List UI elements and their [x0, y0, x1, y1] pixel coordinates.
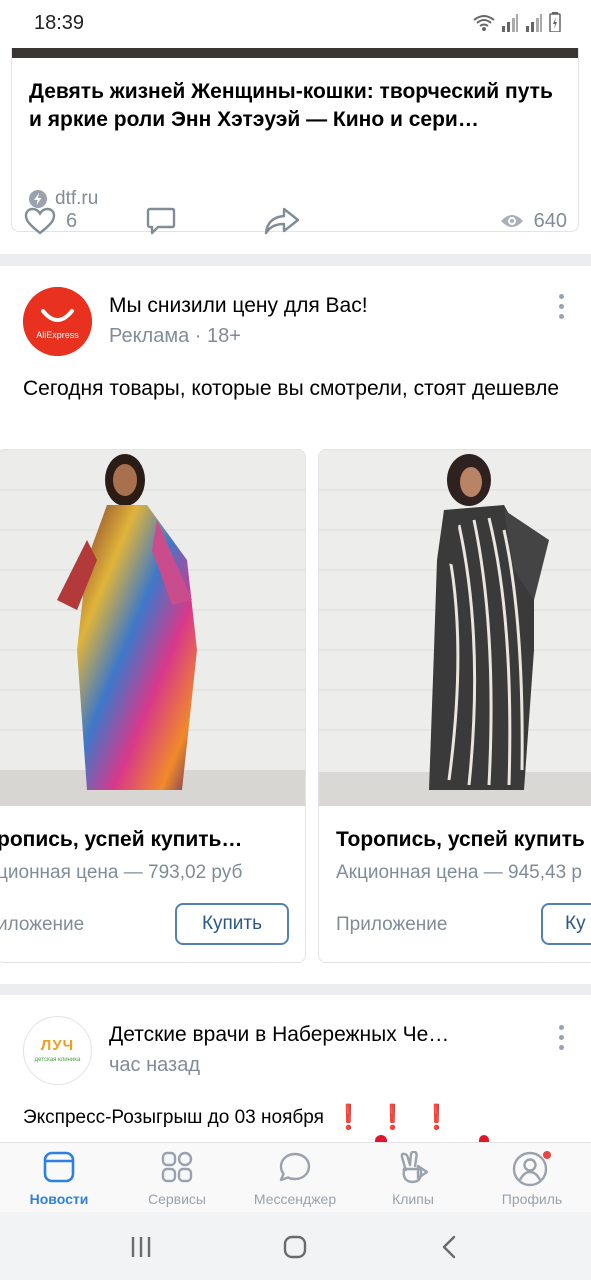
status-icons [473, 12, 561, 32]
status-bar: 18:39 [0, 0, 591, 48]
product-card[interactable]: Торопись, успей купить Акционная цена — … [318, 449, 591, 963]
tab-label: Новости [29, 1191, 89, 1207]
tab-services[interactable]: Сервисы [118, 1143, 236, 1213]
dress-image [0, 450, 305, 806]
post-actions: 6 640 [0, 196, 591, 246]
product-card[interactable]: ропись, успей купить… ционная цена — 793… [0, 449, 306, 963]
product-image[interactable] [319, 450, 591, 806]
signal-icon [502, 14, 518, 32]
link-title[interactable]: Девять жизней Женщины-кошки: творческий … [29, 78, 559, 134]
post-title[interactable]: Мы снизили цену для Вас! [109, 294, 368, 318]
clips-icon [400, 1151, 429, 1184]
bottom-tab-bar: Новости Сервисы Мессенджер Клипы Профиль [0, 1142, 591, 1213]
tab-profile[interactable]: Профиль [473, 1143, 591, 1213]
exclamation-icon: ❗❗❗ [333, 1104, 466, 1131]
post-text: Экспресс-Розыгрыш до 03 ноября ❗❗❗ [23, 1103, 466, 1132]
buy-button[interactable]: Ку [541, 903, 591, 945]
tab-label: Профиль [501, 1191, 563, 1207]
post-subtitle: час назад [109, 1054, 201, 1076]
wifi-icon [473, 15, 495, 31]
like-count: 6 [66, 209, 78, 232]
post-text-next-line [375, 1135, 495, 1142]
home-icon[interactable] [283, 1235, 307, 1259]
clinic-logo: ЛУЧ [40, 1037, 75, 1054]
back-icon[interactable] [441, 1235, 457, 1259]
buy-button[interactable]: Купить [175, 903, 289, 945]
clinic-post: ЛУЧ детская клиника Детские врачи в Набе… [0, 995, 591, 1142]
post-title[interactable]: Детские врачи в Набережных Че… [109, 1023, 449, 1047]
profile-icon [512, 1151, 551, 1187]
comment-icon [146, 207, 176, 235]
eye-icon [500, 215, 523, 227]
clinic-logo-caption: детская клиника [34, 1057, 81, 1063]
product-title: Торопись, успей купить [336, 828, 585, 851]
product-price: Акционная цена — 945,43 р [336, 862, 582, 883]
svg-text:AliExpress: AliExpress [36, 330, 79, 340]
product-app-label: Приложение [336, 914, 448, 935]
tab-news[interactable]: Новости [0, 1143, 118, 1213]
dress-image [319, 450, 591, 806]
link-post: Девять жизней Женщины-кошки: творческий … [0, 48, 591, 254]
recent-apps-icon[interactable] [130, 1236, 152, 1258]
more-options-button[interactable] [559, 294, 565, 324]
services-icon [161, 1151, 193, 1183]
post-text-label: Экспресс-Розыгрыш до 03 ноября [23, 1106, 324, 1128]
signal-icon-2 [526, 14, 542, 32]
tab-label: Клипы [392, 1191, 434, 1207]
product-price: ционная цена — 793,02 руб [0, 862, 243, 883]
post-text: Сегодня товары, которые вы смотрели, сто… [23, 377, 560, 400]
messenger-icon [279, 1152, 311, 1182]
like-button[interactable]: 6 [24, 196, 77, 246]
clinic-avatar[interactable]: ЛУЧ детская клиника [23, 1016, 92, 1085]
system-nav-bar [0, 1212, 591, 1280]
product-title: ропись, успей купить… [0, 828, 243, 851]
tab-clips[interactable]: Клипы [354, 1143, 472, 1213]
comment-button[interactable] [146, 196, 176, 246]
heart-icon [24, 207, 56, 235]
more-options-button[interactable] [559, 1025, 565, 1055]
aliexpress-avatar[interactable]: AliExpress [23, 287, 92, 356]
share-icon [264, 207, 300, 235]
status-time: 18:39 [34, 12, 85, 34]
share-button[interactable] [264, 196, 300, 246]
product-app-label: иложение [0, 914, 85, 935]
news-icon [43, 1151, 75, 1183]
views: 640 [500, 196, 567, 246]
view-count: 640 [533, 209, 567, 232]
aliexpress-logo: AliExpress [23, 287, 92, 356]
tab-label: Сервисы [147, 1191, 206, 1207]
tab-label: Мессенджер [253, 1191, 337, 1207]
post-subtitle: Реклама · 18+ [109, 325, 241, 347]
tab-messenger[interactable]: Мессенджер [236, 1143, 354, 1213]
link-image [12, 48, 578, 58]
ad-post: AliExpress Мы снизили цену для Вас! Рекл… [0, 266, 591, 984]
battery-icon [549, 12, 561, 32]
product-image[interactable] [0, 450, 305, 806]
